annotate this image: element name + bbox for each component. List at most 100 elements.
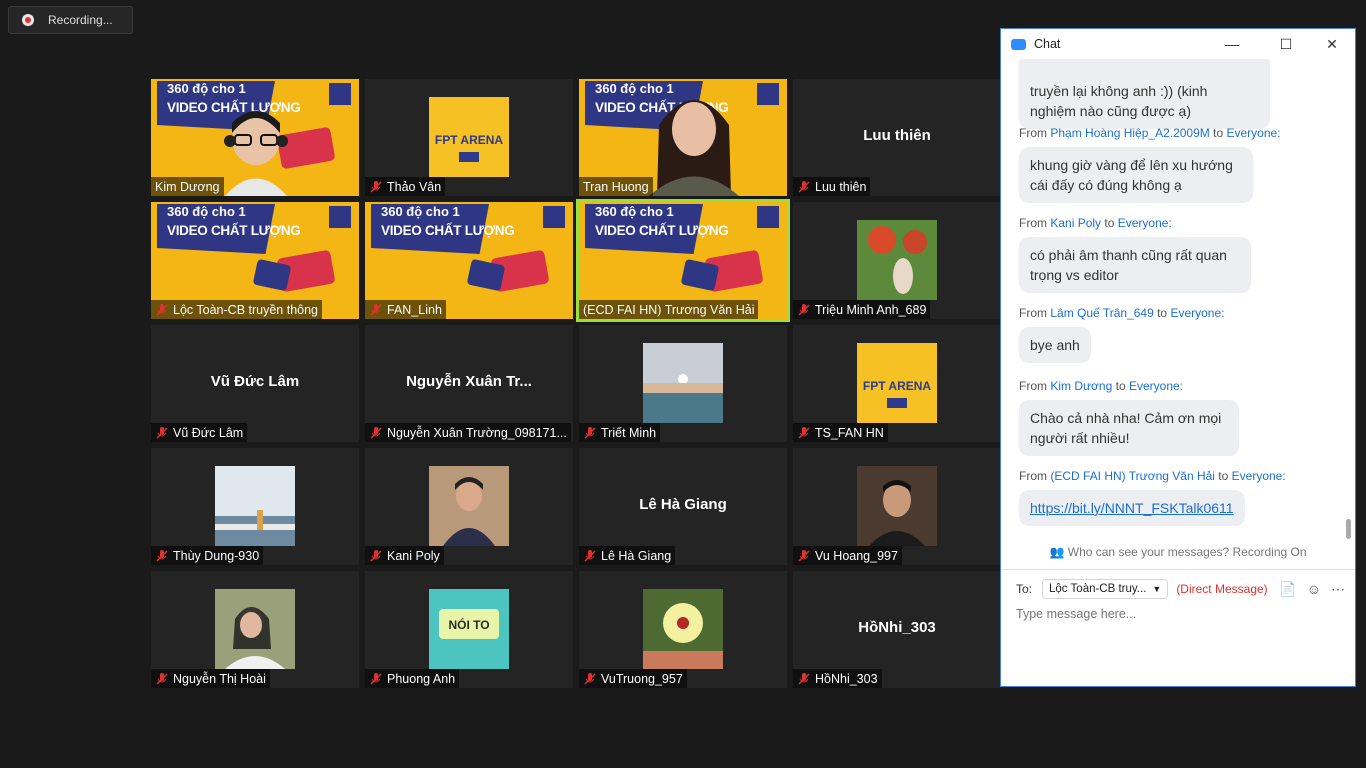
video-tile[interactable]: FPT ARENA TS_FAN HN bbox=[793, 325, 1001, 442]
video-tile[interactable]: NÓI TO Phuong Anh bbox=[365, 571, 573, 688]
participant-display-name: Nguyễn Xuân Tr... bbox=[406, 373, 532, 390]
mic-muted-icon bbox=[798, 180, 810, 193]
more-icon[interactable]: ⋯ bbox=[1331, 581, 1345, 598]
message-sender: From Lâm Quế Trân_649 to Everyone: bbox=[1019, 306, 1225, 320]
video-tile[interactable]: Kani Poly bbox=[365, 448, 573, 565]
chat-window: Chat — ☐ ✕ truyền lại không anh :)) (kin… bbox=[1000, 28, 1356, 687]
tile-name: Thùy Dung-930 bbox=[173, 548, 260, 563]
scrollbar-thumb[interactable] bbox=[1346, 519, 1351, 539]
video-tile[interactable]: HồNhi_303 HồNhi_303 bbox=[793, 571, 1001, 688]
video-tile[interactable]: Lê Hà Giang Lê Hà Giang bbox=[579, 448, 787, 565]
message-bubble: bye anh bbox=[1019, 327, 1091, 363]
video-tile[interactable]: Thùy Dung-930 bbox=[151, 448, 359, 565]
direct-message-label: (Direct Message) bbox=[1176, 582, 1268, 596]
tile-name: VuTruong_957 bbox=[601, 671, 683, 686]
mic-muted-icon bbox=[798, 549, 810, 562]
mic-muted-icon bbox=[584, 549, 596, 562]
tile-name: HồNhi_303 bbox=[815, 671, 878, 686]
message-bubble: https://bit.ly/NNNT_FSKTalk0611 bbox=[1019, 490, 1245, 526]
mic-muted-icon bbox=[370, 672, 382, 685]
recipient-dropdown[interactable]: Lộc Toàn-CB truy... ▼ bbox=[1042, 579, 1169, 599]
mic-muted-icon bbox=[584, 672, 596, 685]
message-sender: From Kim Dương to Everyone: bbox=[1019, 379, 1183, 393]
profile-picture bbox=[429, 466, 509, 546]
privacy-notice[interactable]: 👥 Who can see your messages? Recording O… bbox=[1001, 545, 1355, 565]
person-video bbox=[649, 100, 739, 196]
svg-text:FPT ARENA: FPT ARENA bbox=[435, 133, 504, 147]
profile-picture bbox=[643, 589, 723, 669]
video-tile[interactable]: Nguyễn Thị Hoài bbox=[151, 571, 359, 688]
profile-picture: FPT ARENA bbox=[857, 343, 937, 423]
active-speaker-tile[interactable]: 360 độ cho 1 VIDEO CHẤT LƯỢNG (ECD FAI HN… bbox=[576, 199, 790, 322]
tile-name: FAN_Linh bbox=[387, 302, 442, 317]
participant-display-name: Luu thiên bbox=[863, 127, 931, 144]
profile-picture bbox=[215, 466, 295, 546]
tile-name: Kani Poly bbox=[387, 548, 440, 563]
participant-display-name: HồNhi_303 bbox=[858, 619, 936, 636]
close-icon[interactable]: ✕ bbox=[1323, 35, 1341, 53]
video-tile[interactable]: Nguyễn Xuân Tr... Nguyễn Xuân Trường_098… bbox=[365, 325, 573, 442]
profile-picture bbox=[857, 220, 937, 300]
video-tile[interactable]: 360 độ cho 1 VIDEO CHẤT LƯỢNG FAN_Linh bbox=[365, 202, 573, 319]
mic-muted-icon bbox=[584, 426, 596, 439]
video-tile[interactable]: Vũ Đức Lâm Vũ Đức Lâm bbox=[151, 325, 359, 442]
divider bbox=[1001, 569, 1355, 570]
video-tile[interactable]: FPT ARENA Thảo Vân bbox=[365, 79, 573, 196]
svg-text:FPT ARENA: FPT ARENA bbox=[863, 379, 932, 393]
emoji-icon[interactable]: ☺ bbox=[1307, 581, 1321, 598]
mic-muted-icon bbox=[156, 426, 168, 439]
video-tile[interactable]: 360 độ cho 1 VIDEO CHẤT LƯỢNG Tran Huong bbox=[579, 79, 787, 196]
tile-name: Vũ Đức Lâm bbox=[173, 425, 244, 440]
recording-indicator[interactable]: Recording... bbox=[8, 6, 133, 34]
profile-picture: FPT ARENA bbox=[429, 97, 509, 177]
record-icon bbox=[22, 14, 34, 26]
profile-picture bbox=[643, 343, 723, 423]
message-sender: From Kani Poly to Everyone: bbox=[1019, 216, 1172, 230]
message-list[interactable]: truyền lại không anh :)) (kinh nghiệm nà… bbox=[1001, 59, 1355, 541]
tile-name: Nguyễn Thị Hoài bbox=[173, 671, 266, 686]
tile-name: Vu Hoang_997 bbox=[815, 548, 898, 563]
video-tile[interactable]: 360 độ cho 1 VIDEO CHẤT LƯỢNG Kim Dương bbox=[151, 79, 359, 196]
tile-name: Triết Minh bbox=[601, 425, 657, 440]
chat-title: Chat bbox=[1034, 37, 1061, 51]
minimize-icon[interactable]: — bbox=[1223, 35, 1241, 53]
video-tile[interactable]: 360 độ cho 1 VIDEO CHẤT LƯỢNG Lộc Toàn-CB… bbox=[151, 202, 359, 319]
message-sender: From (ECD FAI HN) Trương Văn Hải to Ever… bbox=[1019, 469, 1286, 483]
file-icon[interactable]: 📄 bbox=[1279, 581, 1296, 598]
mic-muted-icon bbox=[370, 303, 382, 316]
recipient-row: To: Lộc Toàn-CB truy... ▼ (Direct Message… bbox=[1016, 577, 1345, 601]
profile-picture: NÓI TO bbox=[429, 589, 509, 669]
profile-picture bbox=[215, 589, 295, 669]
tile-name: (ECD FAI HN) Trương Văn Hải bbox=[583, 302, 755, 317]
tile-name: Lê Hà Giang bbox=[601, 548, 672, 563]
video-tile[interactable]: VuTruong_957 bbox=[579, 571, 787, 688]
tile-name: Thảo Vân bbox=[387, 179, 442, 194]
mic-muted-icon bbox=[156, 303, 168, 316]
mic-muted-icon bbox=[370, 549, 382, 562]
video-tile[interactable]: Luu thiên Luu thiên bbox=[793, 79, 1001, 196]
tile-name: Luu thiên bbox=[815, 179, 867, 194]
video-tile[interactable]: Vu Hoang_997 bbox=[793, 448, 1001, 565]
mic-muted-icon bbox=[798, 426, 810, 439]
maximize-icon[interactable]: ☐ bbox=[1277, 35, 1295, 53]
video-tile[interactable]: Triết Minh bbox=[579, 325, 787, 442]
tile-name: Tran Huong bbox=[583, 179, 649, 194]
message-input[interactable] bbox=[1016, 607, 1345, 621]
tile-name: Phuong Anh bbox=[387, 671, 456, 686]
tile-name: Kim Dương bbox=[155, 179, 220, 194]
mic-muted-icon bbox=[798, 672, 810, 685]
profile-picture bbox=[857, 466, 937, 546]
person-video bbox=[224, 111, 288, 196]
tile-name: TS_FAN HN bbox=[815, 425, 884, 440]
video-tile[interactable]: Triệu Minh Anh_689 bbox=[793, 202, 1001, 319]
participant-display-name: Lê Hà Giang bbox=[639, 496, 727, 513]
people-icon: 👥 bbox=[1049, 545, 1065, 559]
mic-muted-icon bbox=[370, 180, 382, 193]
chat-link[interactable]: https://bit.ly/NNNT_FSKTalk0611 bbox=[1030, 500, 1234, 516]
message-bubble: khung giờ vàng để lên xu hướng cái đấy c… bbox=[1019, 147, 1253, 203]
to-label: To: bbox=[1016, 582, 1033, 596]
tile-name: Lộc Toàn-CB truyền thông bbox=[173, 302, 319, 317]
recording-label: Recording... bbox=[48, 13, 113, 27]
message-bubble: Chào cả nhà nha! Cảm ơn mọi người rất nh… bbox=[1019, 400, 1239, 456]
message-bubble: truyền lại không anh :)) (kinh nghiệm nà… bbox=[1019, 59, 1270, 129]
